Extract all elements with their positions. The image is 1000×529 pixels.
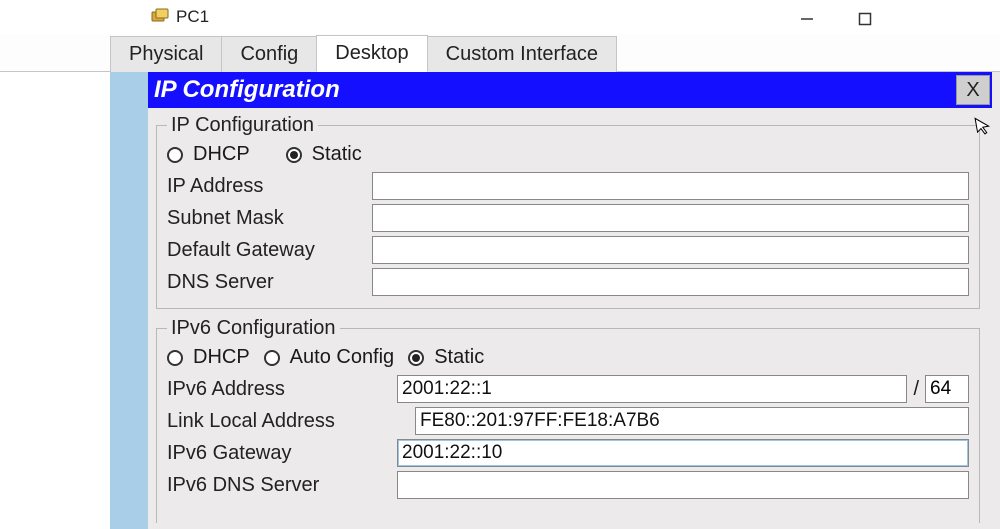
ipv6-mode-row: DHCP Auto Config Static	[167, 346, 969, 369]
default-gateway-input[interactable]	[372, 236, 969, 264]
titlebar: PC1	[0, 0, 1000, 34]
panel-title: IP Configuration	[154, 76, 956, 104]
ipv6-prefix-input[interactable]	[925, 375, 969, 403]
ipv4-radio-static-label: Static	[312, 143, 362, 166]
workspace: IP Configuration X IP Configuration DHCP…	[0, 72, 1000, 529]
ipv6-address-input[interactable]	[397, 375, 907, 403]
ipv4-radio-dhcp-label: DHCP	[193, 143, 250, 166]
ipv6-group: IPv6 Configuration DHCP Auto Config Stat…	[156, 317, 980, 523]
ip-address-label: IP Address	[167, 175, 372, 198]
ipv4-legend: IP Configuration	[167, 114, 318, 137]
window-title: PC1	[176, 7, 209, 27]
ipv6-radio-dhcp-label: DHCP	[193, 346, 250, 369]
ipv6-address-label: IPv6 Address	[167, 378, 397, 401]
tab-custom-interface[interactable]: Custom Interface	[427, 36, 617, 72]
default-gateway-label: Default Gateway	[167, 239, 372, 262]
ipv6-dns-label: IPv6 DNS Server	[167, 474, 397, 497]
tab-desktop[interactable]: Desktop	[316, 35, 427, 72]
subnet-mask-label: Subnet Mask	[167, 207, 372, 230]
ipv6-radio-static-label: Static	[434, 346, 484, 369]
ipv6-dns-input[interactable]	[397, 471, 969, 499]
ipv4-mode-row: DHCP Static	[167, 143, 969, 166]
dns-server-label: DNS Server	[167, 271, 372, 294]
panel-close-button[interactable]: X	[956, 75, 990, 105]
pc-window: PC1 Physical Config Desktop Custom Inter…	[0, 0, 1000, 529]
window-controls	[792, 8, 880, 30]
ipv6-radio-static[interactable]	[408, 350, 424, 366]
ipv6-gateway-input[interactable]	[397, 439, 969, 467]
pc-icon	[150, 7, 170, 27]
ip-address-input[interactable]	[372, 172, 969, 200]
ipv6-radio-dhcp[interactable]	[167, 350, 183, 366]
ipv6-prefix-separator: /	[907, 378, 925, 401]
ipv6-gateway-label: IPv6 Gateway	[167, 442, 397, 465]
tab-physical[interactable]: Physical	[110, 36, 222, 72]
content-area: IP Configuration X IP Configuration DHCP…	[148, 72, 1000, 529]
link-local-input[interactable]	[415, 407, 969, 435]
tab-config[interactable]: Config	[221, 36, 317, 72]
maximize-button[interactable]	[850, 8, 880, 30]
left-gutter	[0, 72, 110, 529]
side-stripe	[110, 72, 148, 529]
ipv6-radio-auto-label: Auto Config	[290, 346, 395, 369]
subnet-mask-input[interactable]	[372, 204, 969, 232]
dns-server-input[interactable]	[372, 268, 969, 296]
ipv6-radio-auto[interactable]	[264, 350, 280, 366]
minimize-button[interactable]	[792, 8, 822, 30]
ipv4-group: IP Configuration DHCP Static IP Address …	[156, 114, 980, 309]
ipv4-radio-dhcp[interactable]	[167, 147, 183, 163]
panel-titlebar: IP Configuration X	[148, 72, 992, 108]
ipv6-legend: IPv6 Configuration	[167, 317, 340, 340]
cursor-icon	[974, 115, 994, 142]
tabbar: Physical Config Desktop Custom Interface	[0, 34, 1000, 72]
ipv4-radio-static[interactable]	[286, 147, 302, 163]
link-local-label: Link Local Address	[167, 410, 397, 433]
